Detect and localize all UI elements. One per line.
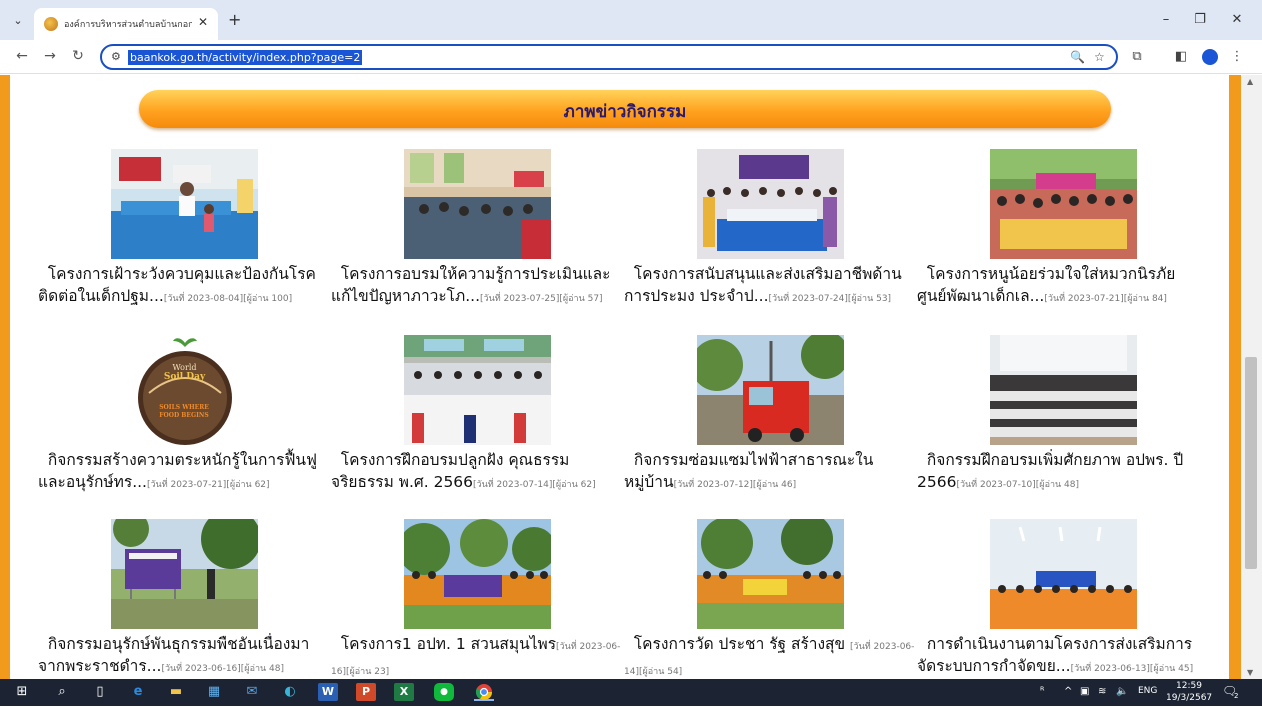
news-caption[interactable]: โครงการอบรมให้ความรู้การประเมินและแก้ไขป… bbox=[331, 263, 623, 310]
news-caption[interactable]: การดำเนินงานตามโครงการส่งเสริมการจัดระบบ… bbox=[917, 633, 1209, 680]
news-thumbnail[interactable] bbox=[697, 149, 844, 259]
edge-icon[interactable]: ◐ bbox=[280, 683, 300, 701]
news-meta: [วันที่ 2023-07-21][ผู้อ่าน 62] bbox=[146, 480, 270, 490]
taskbar: ⊞ ⌕ ▯ e ▬ ▦ ✉ ◐ W P X ● ᴿ ^ ▣ ≋ 🔈 ENG 12… bbox=[0, 679, 1262, 706]
restore-icon[interactable]: ❐ bbox=[1188, 12, 1212, 27]
news-meta: [วันที่ 2023-06-16][ผู้อ่าน 48] bbox=[161, 664, 285, 674]
line-icon[interactable]: ● bbox=[434, 683, 454, 701]
tab-close-icon[interactable]: ✕ bbox=[198, 15, 208, 29]
news-meta: [วันที่ 2023-06-13][ผู้อ่าน 45] bbox=[1070, 664, 1194, 674]
windows-start-icon[interactable]: ⊞ bbox=[12, 683, 32, 701]
tray-overflow-icon[interactable]: ^ bbox=[1064, 686, 1072, 697]
notification-count: 2 bbox=[1234, 692, 1239, 700]
scroll-up-icon[interactable]: ▲ bbox=[1247, 77, 1253, 86]
word-icon[interactable]: W bbox=[318, 683, 338, 701]
minimize-icon[interactable]: – bbox=[1154, 12, 1178, 27]
clock-date: 19/3/2567 bbox=[1166, 693, 1213, 703]
language-indicator[interactable]: ENG bbox=[1138, 686, 1157, 696]
network-icon[interactable]: ≋ bbox=[1098, 686, 1106, 697]
news-meta: [วันที่ 2023-07-24][ผู้อ่าน 53] bbox=[768, 294, 892, 304]
news-caption[interactable]: โครงการวัด ประชา รัฐ สร้างสุข [วันที่ 20… bbox=[624, 633, 916, 683]
section-banner: ภาพข่าวกิจกรรม bbox=[139, 90, 1111, 128]
extensions-icon[interactable]: ⧉ bbox=[1128, 49, 1146, 64]
soil-logo-text: World Soil Day SOILS WHERE FOOD BEGINS bbox=[159, 363, 209, 419]
close-window-icon[interactable]: ✕ bbox=[1225, 12, 1249, 27]
tray-app-icon[interactable]: ▣ bbox=[1080, 686, 1089, 697]
search-icon[interactable]: ⌕ bbox=[52, 683, 72, 701]
people-icon[interactable]: ᴿ bbox=[1040, 686, 1044, 697]
news-thumbnail[interactable] bbox=[697, 335, 844, 445]
mail-icon[interactable]: ✉ bbox=[242, 683, 262, 701]
zoom-icon[interactable]: 🔍 bbox=[1070, 50, 1085, 64]
browser-tab[interactable]: องค์การบริหารส่วนตำบลบ้านกอก อำเ ✕ bbox=[34, 8, 218, 40]
powerpoint-icon[interactable]: P bbox=[356, 683, 376, 701]
news-caption[interactable]: โครงการเฝ้าระวังควบคุมและป้องกันโรคติดต่… bbox=[38, 263, 330, 310]
news-meta: [วันที่ 2023-07-25][ผู้อ่าน 57] bbox=[480, 294, 603, 304]
scroll-thumb[interactable] bbox=[1245, 357, 1257, 569]
task-view-icon[interactable]: ▯ bbox=[90, 683, 110, 701]
clock-time: 12:59 bbox=[1176, 681, 1202, 691]
tab-search-icon[interactable]: ⌄ bbox=[8, 11, 28, 31]
chrome-icon[interactable] bbox=[474, 683, 494, 701]
news-title[interactable]: โครงการ1 อปท. 1 สวนสมุนไพร bbox=[341, 635, 556, 653]
bookmark-star-icon[interactable]: ☆ bbox=[1094, 50, 1105, 64]
site-settings-icon[interactable]: ⚙ bbox=[111, 50, 121, 63]
news-meta: [วันที่ 2023-07-10][ผู้อ่าน 48] bbox=[956, 480, 1079, 490]
news-caption[interactable]: กิจกรรมอนุรักษ์พันธุกรรมพืชอันเนื่องมาจา… bbox=[38, 633, 330, 680]
news-meta: [วันที่ 2023-07-12][ผู้อ่าน 46] bbox=[673, 480, 797, 490]
news-thumbnail[interactable] bbox=[111, 149, 258, 259]
tab-title: องค์การบริหารส่วนตำบลบ้านกอก อำเ bbox=[64, 20, 192, 30]
section-title: ภาพข่าวกิจกรรม bbox=[563, 102, 687, 122]
news-caption[interactable]: โครงการ1 อปท. 1 สวนสมุนไพร[วันที่ 2023-0… bbox=[331, 633, 623, 683]
site-favicon-icon bbox=[44, 17, 58, 31]
scroll-down-icon[interactable]: ▼ bbox=[1247, 668, 1253, 677]
excel-icon[interactable]: X bbox=[394, 683, 414, 701]
url-text[interactable]: baankok.go.th/activity/index.php?page=2 bbox=[128, 50, 363, 65]
menu-dots-icon[interactable]: ⋮ bbox=[1228, 49, 1246, 64]
new-tab-icon[interactable]: + bbox=[228, 10, 241, 29]
side-panel-icon[interactable]: ◧ bbox=[1172, 49, 1190, 64]
page-content: ▲ ▼ ภาพข่าวกิจกรรม โครงการเฝ้าระวังควบคุ… bbox=[0, 75, 1262, 679]
news-caption[interactable]: โครงการหนูน้อยร่วมใจใส่หมวกนิรภัย ศูนย์พ… bbox=[917, 263, 1209, 310]
news-thumbnail[interactable] bbox=[404, 519, 551, 629]
ie-browser-icon[interactable]: e bbox=[128, 683, 148, 701]
news-thumbnail[interactable] bbox=[111, 519, 258, 629]
news-caption[interactable]: โครงการฝึกอบรมปลูกฝัง คุณธรรม จริยธรรม พ… bbox=[331, 449, 623, 496]
system-clock[interactable]: 12:59 19/3/2567 bbox=[1166, 680, 1212, 704]
right-border bbox=[1229, 75, 1241, 679]
news-caption[interactable]: กิจกรรมฝึกอบรมเพิ่มศักยภาพ อปพร. ปี 2566… bbox=[917, 449, 1209, 496]
news-caption[interactable]: โครงการสนับสนุนและส่งเสริมอาชีพด้านการปร… bbox=[624, 263, 916, 310]
file-explorer-icon[interactable]: ▬ bbox=[166, 683, 186, 701]
address-bar[interactable]: ⚙ baankok.go.th/activity/index.php?page=… bbox=[100, 44, 1118, 70]
page-scrollbar[interactable]: ▲ ▼ bbox=[1241, 75, 1262, 679]
news-thumbnail[interactable]: World Soil Day SOILS WHERE FOOD BEGINS bbox=[111, 335, 258, 445]
tab-strip: ⌄ องค์การบริหารส่วนตำบลบ้านกอก อำเ ✕ + –… bbox=[0, 0, 1262, 40]
browser-toolbar: ← → ↻ ⚙ baankok.go.th/activity/index.php… bbox=[0, 40, 1262, 74]
news-thumbnail[interactable] bbox=[404, 335, 551, 445]
news-thumbnail[interactable] bbox=[990, 149, 1137, 259]
back-icon[interactable]: ← bbox=[12, 48, 32, 64]
forward-icon[interactable]: → bbox=[40, 48, 60, 64]
news-meta: [วันที่ 2023-07-14][ผู้อ่าน 62] bbox=[473, 480, 596, 490]
news-title[interactable]: โครงการวัด ประชา รัฐ สร้างสุข bbox=[634, 635, 850, 653]
news-meta: [วันที่ 2023-08-04][ผู้อ่าน 100] bbox=[163, 294, 293, 304]
news-thumbnail[interactable] bbox=[404, 149, 551, 259]
news-thumbnail[interactable] bbox=[697, 519, 844, 629]
news-thumbnail[interactable] bbox=[990, 335, 1137, 445]
volume-icon[interactable]: 🔈 bbox=[1116, 686, 1128, 697]
news-caption[interactable]: กิจกรรมสร้างความตระหนักรู้ในการฟื้นฟูและ… bbox=[38, 449, 330, 496]
left-border bbox=[0, 75, 10, 679]
store-icon[interactable]: ▦ bbox=[204, 683, 224, 701]
reload-icon[interactable]: ↻ bbox=[68, 48, 88, 64]
news-meta: [วันที่ 2023-07-21][ผู้อ่าน 84] bbox=[1044, 294, 1167, 304]
profile-avatar-icon[interactable] bbox=[1202, 49, 1218, 65]
news-thumbnail[interactable] bbox=[990, 519, 1137, 629]
news-caption[interactable]: กิจกรรมซ่อมแซมไฟฟ้าสาธารณะในหมู่บ้าน[วัน… bbox=[624, 449, 916, 496]
